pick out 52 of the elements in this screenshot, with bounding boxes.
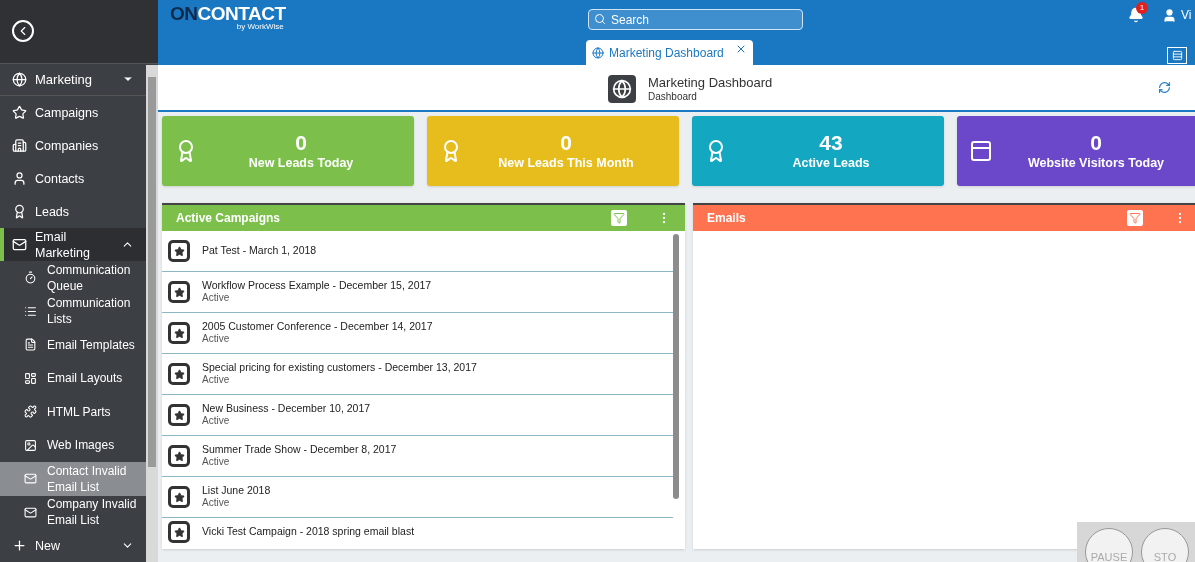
campaign-row[interactable]: New Business - December 10, 2017 Active [162, 395, 673, 436]
sidebar-subitem[interactable]: HTML Parts [0, 395, 146, 429]
campaign-status: Active [202, 415, 231, 428]
campaign-row[interactable]: Summer Trade Show - December 8, 2017 Active [162, 436, 673, 477]
page-subtitle: Dashboard [648, 91, 698, 104]
panel-header: Emails [693, 205, 1195, 231]
campaign-title: Vicki Test Campaign - 2018 spring email blast [202, 525, 415, 539]
campaign-status: Active [202, 374, 231, 387]
campaign-status: Active [202, 292, 231, 305]
campaign-row[interactable]: Pat Test - March 1, 2018 [162, 231, 673, 272]
campaign-title: Special pricing for existing customers - December 13, 2017 [202, 361, 477, 375]
sidebar-subitem[interactable]: Company Invalid Email List [0, 495, 146, 529]
sidebar-item[interactable]: Campaigns [0, 96, 146, 129]
campaign-row[interactable]: 2005 Customer Conference - December 14, 2017 Active [162, 313, 673, 354]
stat-label: New Leads This Month [498, 156, 634, 172]
sidebar-item[interactable]: Leads [0, 195, 146, 228]
stat-value: 0 [560, 130, 572, 157]
sidebar-subitem[interactable]: Web Images [0, 428, 146, 462]
campaign-status: Active [202, 497, 231, 510]
stat-value: 43 [819, 130, 843, 157]
stat-label: Website Visitors Today [1027, 156, 1165, 172]
user-name[interactable]: Vi [1181, 6, 1192, 24]
panel-header: Active Campaigns [162, 205, 685, 231]
campaign-status: Active [202, 333, 231, 346]
campaign-title: New Business - December 10, 2017 [202, 402, 371, 416]
sidebar-subitem[interactable]: Communication Lists [0, 294, 146, 328]
campaign-title: Pat Test - March 1, 2018 [202, 244, 317, 258]
campaign-status: Active [202, 456, 231, 469]
sidebar-subitem[interactable]: Email Layouts [0, 361, 146, 395]
sidebar-subitem[interactable]: Email Templates [0, 328, 146, 362]
campaign-row[interactable]: Vicki Test Campaign - 2018 spring email blast [162, 518, 673, 546]
sidebar-item[interactable]: Email Marketing [0, 228, 146, 261]
logo: ONCONTACT by WorkWise [170, 4, 286, 31]
campaign-row[interactable]: Special pricing for existing customers - December 13, 2017 Active [162, 354, 673, 395]
sidebar-item[interactable]: New [0, 529, 146, 562]
campaign-title: Workflow Process Example - December 15, 2017 [202, 279, 432, 293]
sidebar-item[interactable]: Companies [0, 129, 146, 162]
stat-label: Active Leads [792, 156, 870, 172]
search-field[interactable]: Search [588, 9, 803, 30]
notification-badge: 1 [1136, 2, 1148, 14]
stat-value: 0 [295, 130, 307, 157]
campaign-row[interactable]: List June 2018 Active [162, 477, 673, 518]
campaign-title: Summer Trade Show - December 8, 2017 [202, 443, 397, 457]
page-title: Marketing Dashboard [648, 75, 773, 92]
stat-value: 0 [1090, 130, 1102, 157]
sidebar-subitem[interactable]: Communication Queue [0, 261, 146, 295]
sidebar-item[interactable]: Contacts [0, 162, 146, 195]
tab[interactable]: Marketing Dashboard [586, 40, 753, 65]
campaign-title: List June 2018 [202, 484, 271, 498]
campaign-row[interactable]: Workflow Process Example - December 15, 2017 Active [162, 272, 673, 313]
stat-label: New Leads Today [248, 156, 354, 172]
campaign-title: 2005 Customer Conference - December 14, 2017 [202, 320, 433, 334]
